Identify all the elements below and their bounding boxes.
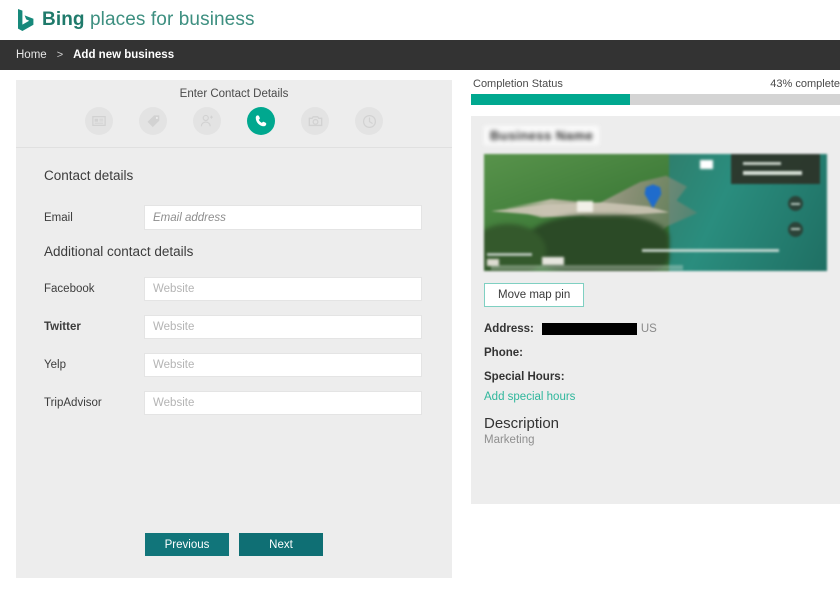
contact-details-form-panel: Enter Contact Details Contact details Em…: [16, 80, 452, 578]
map-preview[interactable]: [484, 154, 827, 271]
field-row-twitter: Twitter: [44, 315, 428, 339]
section-heading-contact: Contact details: [44, 168, 134, 183]
description-body: Marketing: [484, 434, 535, 446]
detail-row-address: Address: US: [484, 323, 840, 335]
brand-name-light: places for business: [84, 9, 255, 30]
map-building-b: [700, 159, 714, 169]
move-pin-row: Move map pin: [471, 271, 840, 307]
step-phone[interactable]: [247, 107, 275, 135]
email-label: Email: [44, 211, 73, 224]
special-hours-label: Special Hours:: [484, 371, 565, 383]
detail-row-phone: Phone:: [484, 347, 840, 359]
field-row-facebook: Facebook: [44, 277, 428, 301]
map-zoom-out-icon[interactable]: [788, 221, 803, 237]
app-header: Bing places for business: [0, 0, 840, 40]
completion-progress-bar: [471, 94, 840, 105]
description-heading: Description: [484, 415, 560, 432]
person-icon: [200, 114, 214, 128]
twitter-input[interactable]: [144, 315, 422, 339]
step-tag[interactable]: [139, 107, 167, 135]
business-card-icon: [92, 114, 106, 128]
business-name-redacted: Business Name: [484, 126, 600, 145]
description-block: Description Marketing: [484, 415, 840, 446]
step-business-card[interactable]: [85, 107, 113, 135]
address-value-redacted: [541, 323, 637, 335]
field-row-email: Email: [44, 205, 428, 230]
completion-progress-fill: [471, 94, 630, 105]
map-info-line-1: [743, 161, 781, 165]
map-info-overlay: [730, 154, 821, 185]
yelp-label: Yelp: [44, 359, 66, 371]
phone-label: Phone:: [484, 347, 523, 359]
breadcrumb-current: Add new business: [73, 49, 175, 61]
address-country: US: [640, 323, 657, 335]
next-button[interactable]: Next: [239, 533, 323, 556]
step-camera[interactable]: [301, 107, 329, 135]
step-title: Enter Contact Details: [179, 88, 289, 100]
business-preview-card: Business Name Move map pin Address: US P…: [471, 116, 840, 504]
detail-row-special-hours: Special Hours:: [484, 371, 840, 383]
form-fields: Contact details Email Additional contact…: [16, 148, 452, 415]
step-icon-row: [16, 107, 452, 135]
step-clock[interactable]: [355, 107, 383, 135]
clock-icon: [362, 114, 377, 129]
add-special-hours-link[interactable]: Add special hours: [484, 391, 575, 403]
twitter-label: Twitter: [44, 321, 81, 333]
tag-icon: [146, 114, 161, 129]
brand-title: Bing places for business: [42, 9, 255, 31]
map-building-c: [542, 256, 565, 265]
map-scale-bar-secondary: [487, 252, 532, 256]
facebook-input[interactable]: [144, 277, 422, 301]
section-heading-additional: Additional contact details: [44, 244, 194, 259]
tripadvisor-label: TripAdvisor: [44, 397, 102, 409]
phone-icon: [254, 114, 268, 128]
detail-row-add-special-hours: Add special hours: [484, 391, 840, 403]
completion-status-row: Completion Status 43% complete: [471, 70, 840, 94]
wizard-stepper: Enter Contact Details: [16, 80, 452, 148]
breadcrumb-home-link[interactable]: Home: [16, 49, 47, 61]
breadcrumb: Home > Add new business: [0, 40, 840, 70]
page-body: Enter Contact Details Contact details Em…: [0, 70, 840, 602]
map-info-line-2: [743, 170, 803, 175]
business-detail-list: Address: US Phone: Special Hours: Add sp…: [471, 307, 840, 446]
map-attribution: [490, 264, 683, 270]
business-name-row: Business Name: [471, 116, 840, 145]
preview-column: Completion Status 43% complete Business …: [471, 70, 840, 504]
field-row-tripadvisor: TripAdvisor: [44, 391, 428, 415]
previous-button[interactable]: Previous: [145, 533, 229, 556]
field-row-yelp: Yelp: [44, 353, 428, 377]
camera-icon: [308, 114, 323, 129]
wizard-navigation: Previous Next: [16, 533, 452, 556]
breadcrumb-separator-icon: >: [56, 49, 64, 61]
completion-percent-text: 43% complete: [770, 78, 840, 90]
step-person[interactable]: [193, 107, 221, 135]
map-building-a: [576, 200, 593, 212]
move-map-pin-button[interactable]: Move map pin: [484, 283, 585, 307]
bing-b-logo-icon: [16, 8, 36, 32]
yelp-input[interactable]: [144, 353, 422, 377]
facebook-label: Facebook: [44, 283, 95, 295]
tripadvisor-input[interactable]: [144, 391, 422, 415]
email-input[interactable]: [144, 205, 422, 230]
address-label: Address:: [484, 323, 534, 335]
completion-status-label: Completion Status: [473, 78, 563, 90]
map-scale-bar: [641, 249, 779, 253]
brand-name-strong: Bing: [42, 9, 85, 30]
